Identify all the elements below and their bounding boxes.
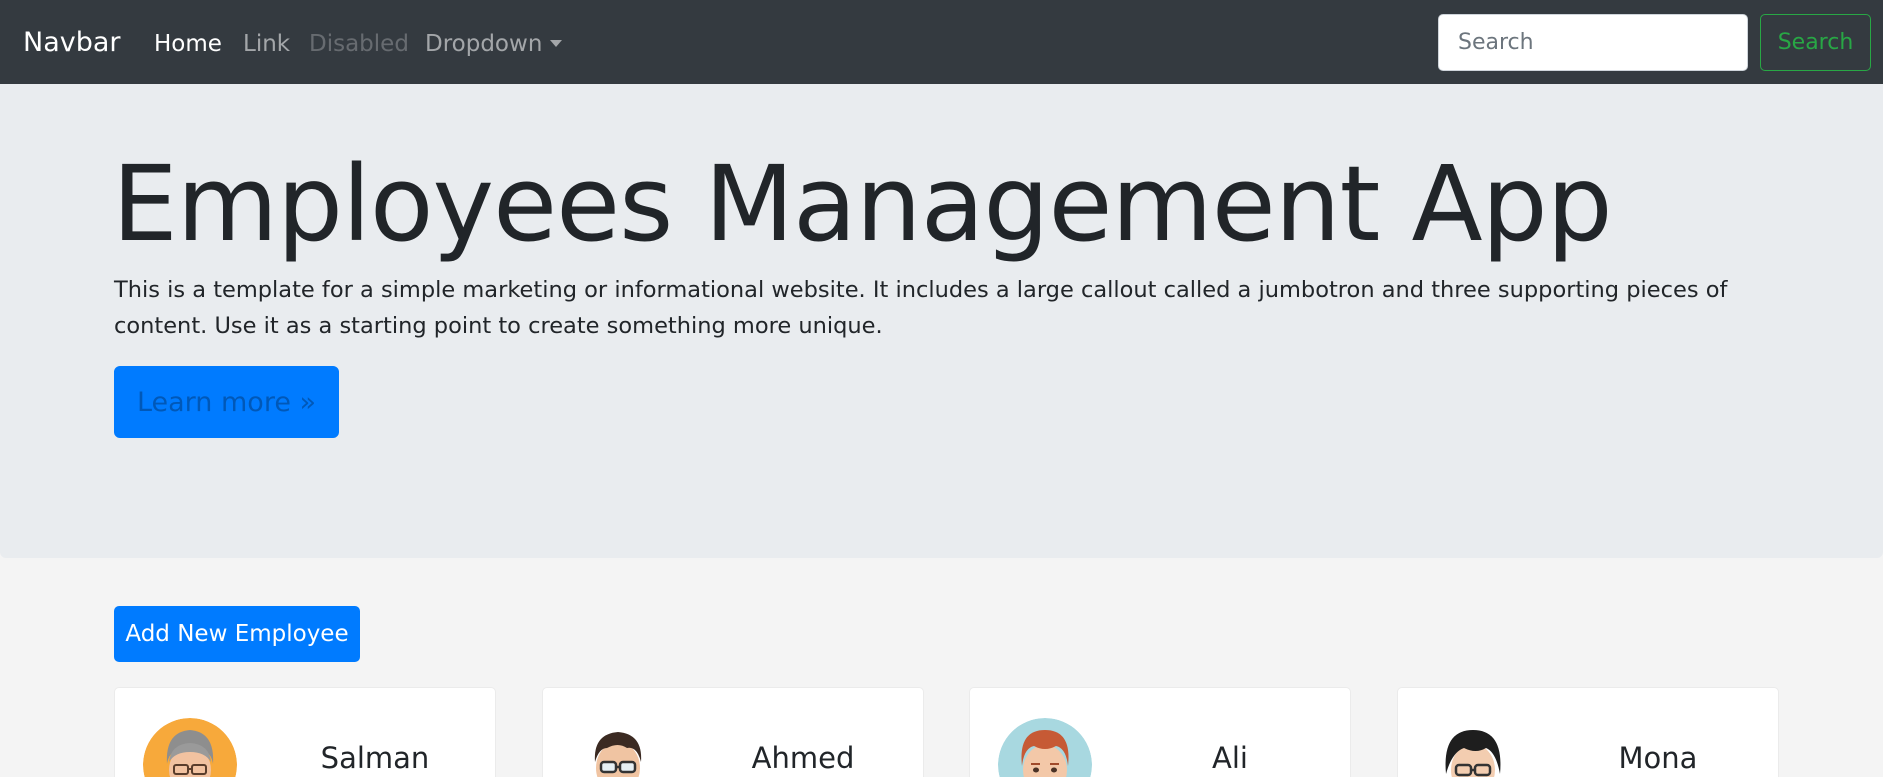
nav-link-disabled: Disabled (309, 31, 409, 57)
employee-name: Salman (320, 741, 430, 775)
employee-card[interactable]: Ali (969, 687, 1351, 777)
page-title: Employees Management App (112, 143, 1613, 265)
search-button[interactable]: Search (1760, 14, 1871, 71)
avatar-grey-hair-glasses-icon (143, 718, 237, 777)
nav-link-home[interactable]: Home (154, 29, 222, 59)
employee-name: Ahmed (751, 741, 855, 775)
nav-dropdown-toggle[interactable]: Dropdown (425, 29, 563, 59)
jumbotron-text: This is a template for a simple marketin… (114, 277, 1728, 339)
nav-dropdown-label: Dropdown (425, 31, 543, 57)
employee-card[interactable]: Mona (1397, 687, 1779, 777)
employee-name: Ali (1212, 741, 1248, 775)
add-employee-button[interactable]: Add New Employee (114, 606, 360, 662)
navbar: Navbar Home Link Disabled Dropdown Searc… (0, 0, 1883, 84)
avatar-dark-hair-glasses-icon (571, 718, 665, 777)
employee-card[interactable]: Salman (114, 687, 496, 777)
avatar-red-hair-icon (998, 718, 1092, 777)
employee-name: Mona (1618, 741, 1698, 775)
search-input[interactable] (1438, 14, 1748, 71)
jumbotron: Employees Management App This is a templ… (0, 84, 1883, 558)
learn-more-button[interactable]: Learn more » (114, 366, 339, 438)
nav-link-link[interactable]: Link (243, 29, 290, 59)
avatar-black-hair-glasses-icon (1426, 718, 1520, 777)
employee-card[interactable]: Ahmed (542, 687, 924, 777)
navbar-brand[interactable]: Navbar (23, 26, 121, 60)
caret-down-icon (550, 40, 563, 47)
